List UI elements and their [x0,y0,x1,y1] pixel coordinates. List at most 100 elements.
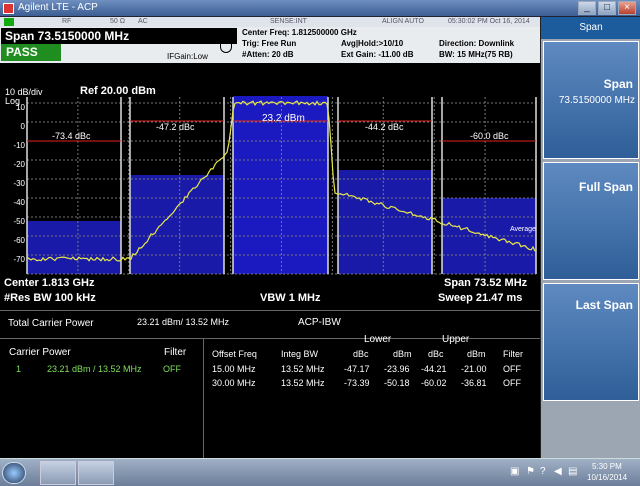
table-cell: 13.52 MHz [281,364,325,374]
table-cell: -44.21 [421,364,447,374]
table-cell: -47.17 [344,364,370,374]
ytick: -10 [13,141,25,150]
status-led-icon [4,18,14,26]
impedance-label: 50 Ω [110,18,125,25]
ytick: 10 [16,103,25,112]
col-integ-bw: Integ BW [281,349,319,359]
ytick: -50 [13,217,25,226]
datetime-label: 05:30:02 PM Oct 16, 2014 [448,18,530,25]
pass-badge: PASS [1,44,61,61]
spectrum-graticule [26,96,537,275]
center-freq: Center Freq: 1.812500000 GHz [242,28,357,37]
carrier-power-label: 23.2 dBm [262,113,305,124]
measurement-header: Span 73.5150000 MHz PASS IFGain:Low Cent… [0,27,540,63]
col-offset-freq: Offset Freq [212,349,257,359]
avg-hold: Avg|Hold:>10/10 [341,39,404,48]
network-icon[interactable]: ▣ [510,466,519,477]
res-bw: #Res BW 100 kHz [4,292,96,304]
adjacent-bar-1 [27,221,121,274]
ytick: -70 [13,255,25,264]
last-span-softkey[interactable]: Last Span [543,283,639,401]
clock-time[interactable]: 5:30 PM [592,462,622,471]
carrier-power-label: Carrier Power [9,347,71,358]
total-label: Total Carrier Power [8,318,94,329]
table-cell: 13.52 MHz [281,378,325,388]
full-span-softkey[interactable]: Full Span [543,162,639,280]
table-cell: OFF [503,364,521,374]
close-button[interactable]: × [618,1,636,15]
ext-gain: Ext Gain: -11.00 dB [341,50,414,59]
softkey-value: 73.5150000 MHz [558,95,635,106]
softkey-panel: Span Span 73.5150000 MHz Full Span Last … [540,17,640,458]
table-cell: 30.00 MHz [212,378,256,388]
status-bar: RF 50 Ω AC SENSE:INT ALIGN AUTO 05:30:02… [0,17,540,27]
adjacent-bar-3 [338,170,432,274]
bandwidth: BW: 15 MHz(75 RB) [439,50,513,59]
dbc-label-3: -44.2 dBc [365,122,404,132]
sense-label: SENSE:INT [270,18,307,25]
pass-text: PASS [6,45,38,59]
coupling-label: AC [138,18,148,25]
minimize-button[interactable]: _ [578,1,596,15]
spectrum-plot[interactable]: 10 dB/div Log Ref 20.00 dBm 10 0 -10 -20… [0,63,540,310]
align-label: ALIGN AUTO [382,18,424,25]
analyzer-app-icon[interactable] [40,461,76,485]
atten: #Atten: 20 dB [242,50,294,59]
lower-header: Lower [364,334,392,345]
total-value: 23.21 dBm/ 13.52 MHz [137,317,230,327]
adjacent-bar-2 [130,175,224,274]
table-cell: -60.02 [421,378,447,388]
ifgain-label: IFGain:Low [167,52,208,61]
table-cell: -21.00 [461,364,487,374]
input-label: RF [62,18,72,25]
acp-mode: ACP-IBW [298,317,341,328]
display-icon[interactable]: ▤ [568,466,577,477]
ytick: -60 [13,236,25,245]
span-display[interactable]: Span 73.5150000 MHz [1,28,237,44]
span-title: Span 73.5150000 MHz [5,29,130,43]
vbw: VBW 1 MHz [260,292,321,304]
col-lower-dbc: dBc [353,349,369,359]
trig-mode: Trig: Free Run [242,39,297,48]
table-cell: -50.18 [384,378,410,388]
softkey-label: Full Span [579,180,633,194]
ytick: 0 [20,122,25,131]
plot-footer: Center 1.813 GHz #Res BW 100 kHz VBW 1 M… [0,275,540,310]
window-title: Agilent LTE - ACP [18,2,98,13]
taskbar: ▣ ⚑ ? ◀ ▤ 5:30 PM 10/16/2014 [0,458,640,486]
table-cell: -36.81 [461,378,487,388]
ytick: -30 [13,179,25,188]
span-softkey[interactable]: Span 73.5150000 MHz [543,41,639,159]
col-lower-dbm: dBm [393,349,412,359]
average-label: Average [510,226,536,233]
clock-date[interactable]: 10/16/2014 [587,473,627,482]
direction: Direction: Downlink [439,39,515,48]
volume-icon[interactable]: ◀ [554,466,562,477]
flag-icon[interactable]: ⚑ [526,466,535,477]
table-cell: -73.39 [344,378,370,388]
sweep-time: Sweep 21.47 ms [438,292,523,304]
app-icon [3,3,14,14]
softkey-label: Span [603,77,633,91]
table-divider [203,339,204,459]
ytick: -20 [13,160,25,169]
col-filter: Filter [503,349,523,359]
drive-app-icon[interactable] [78,461,114,485]
trigger-icon [220,43,232,53]
softkey-label: Last Span [575,298,633,312]
table-cell: 15.00 MHz [212,364,256,374]
help-icon[interactable]: ? [540,466,546,477]
acp-results: Total Carrier Power 23.21 dBm/ 13.52 MHz… [0,310,540,459]
maximize-button[interactable]: □ [598,1,616,15]
filter-header: Filter [164,347,187,358]
dbc-label-2: -47.2 dBc [156,122,195,132]
softkey-menu-title: Span [541,17,640,39]
dbc-label-4: -60.0 dBc [470,131,509,141]
dbc-label-1: -73.4 dBc [52,131,91,141]
col-upper-dbm: dBm [467,349,486,359]
upper-header: Upper [442,334,470,345]
col-upper-dbc: dBc [428,349,444,359]
start-button[interactable] [2,462,26,484]
carrier-filter: OFF [163,364,181,374]
carrier-power-value: 23.21 dBm / 13.52 MHz [47,364,142,374]
